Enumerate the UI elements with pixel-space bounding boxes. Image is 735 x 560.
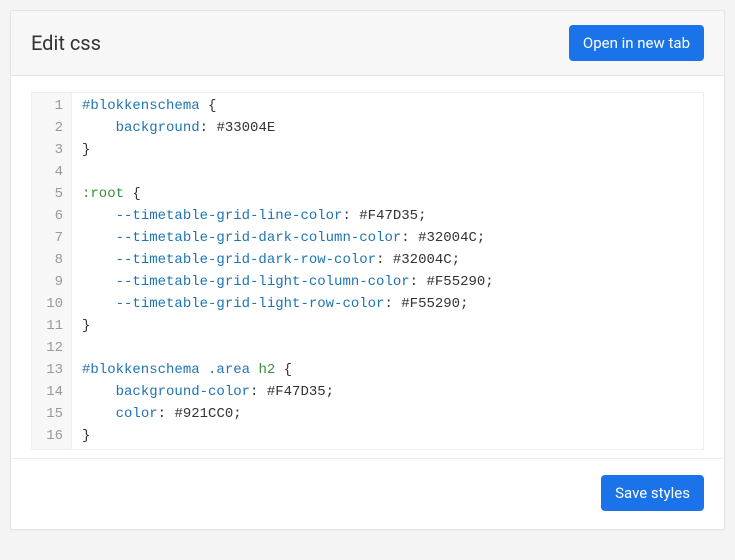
edit-css-panel: Edit css Open in new tab 123456789101112… [10, 10, 725, 530]
line-number: 4 [46, 161, 63, 183]
css-editor[interactable]: 12345678910111213141516 #blokkenschema {… [31, 92, 704, 450]
code-line[interactable] [82, 337, 494, 359]
code-area[interactable]: #blokkenschema { background: #33004E} :r… [72, 93, 504, 449]
line-number: 6 [46, 205, 63, 227]
line-number: 8 [46, 249, 63, 271]
line-number: 10 [46, 293, 63, 315]
line-number: 3 [46, 139, 63, 161]
panel-title: Edit css [31, 31, 101, 55]
line-number: 1 [46, 95, 63, 117]
panel-footer: Save styles [11, 458, 724, 529]
save-styles-button[interactable]: Save styles [601, 475, 704, 511]
code-line[interactable]: --timetable-grid-light-row-color: #F5529… [82, 293, 494, 315]
line-number: 14 [46, 381, 63, 403]
line-number: 5 [46, 183, 63, 205]
code-line[interactable]: --timetable-grid-light-column-color: #F5… [82, 271, 494, 293]
line-number: 7 [46, 227, 63, 249]
code-line[interactable] [82, 161, 494, 183]
line-number: 11 [46, 315, 63, 337]
code-line[interactable]: --timetable-grid-dark-row-color: #32004C… [82, 249, 494, 271]
line-number: 9 [46, 271, 63, 293]
panel-body: 12345678910111213141516 #blokkenschema {… [11, 76, 724, 458]
panel-header: Edit css Open in new tab [11, 11, 724, 76]
code-line[interactable]: background-color: #F47D35; [82, 381, 494, 403]
code-line[interactable]: color: #921CC0; [82, 403, 494, 425]
code-line[interactable]: } [82, 139, 494, 161]
code-line[interactable]: --timetable-grid-line-color: #F47D35; [82, 205, 494, 227]
line-number: 12 [46, 337, 63, 359]
code-line[interactable]: background: #33004E [82, 117, 494, 139]
open-in-new-tab-button[interactable]: Open in new tab [569, 25, 704, 61]
line-number: 13 [46, 359, 63, 381]
line-number: 15 [46, 403, 63, 425]
code-line[interactable]: } [82, 315, 494, 337]
code-line[interactable]: #blokkenschema { [82, 95, 494, 117]
code-line[interactable]: --timetable-grid-dark-column-color: #320… [82, 227, 494, 249]
line-number: 16 [46, 425, 63, 447]
line-number-gutter: 12345678910111213141516 [32, 93, 72, 449]
code-line[interactable]: #blokkenschema .area h2 { [82, 359, 494, 381]
line-number: 2 [46, 117, 63, 139]
code-line[interactable]: :root { [82, 183, 494, 205]
code-line[interactable]: } [82, 425, 494, 447]
